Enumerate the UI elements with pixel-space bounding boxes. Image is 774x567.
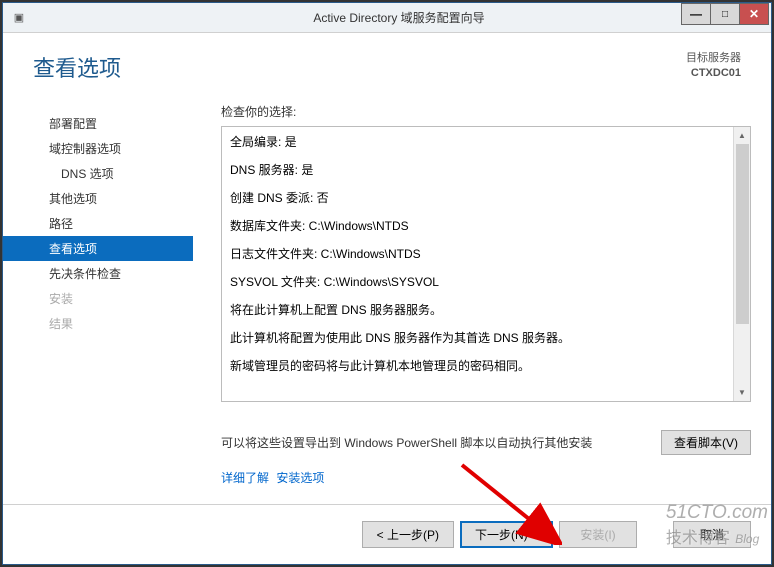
review-line-1: DNS 服务器: 是	[230, 161, 732, 179]
body: 部署配置域控制器选项DNS 选项其他选项路径查看选项先决条件检查安装结果 检查你…	[3, 91, 771, 486]
wizard-window: ▣ Active Directory 域服务配置向导 — □ ✕ 查看选项 目标…	[2, 2, 772, 565]
maximize-button[interactable]: □	[710, 3, 740, 25]
export-text: 可以将这些设置导出到 Windows PowerShell 脚本以自动执行其他安…	[221, 434, 592, 451]
sidebar-item-6[interactable]: 先决条件检查	[3, 261, 193, 286]
close-button[interactable]: ✕	[739, 3, 769, 25]
sidebar-item-0[interactable]: 部署配置	[3, 111, 193, 136]
review-box: 全局编录: 是 DNS 服务器: 是创建 DNS 委派: 否数据库文件夹: C:\…	[221, 126, 751, 402]
sidebar-item-3[interactable]: 其他选项	[3, 186, 193, 211]
view-script-button[interactable]: 查看脚本(V)	[661, 430, 751, 455]
review-line-5: SYSVOL 文件夹: C:\Windows\SYSVOL	[230, 273, 732, 291]
sidebar-item-4[interactable]: 路径	[3, 211, 193, 236]
scroll-up-button[interactable]: ▲	[734, 127, 750, 144]
review-line-3: 数据库文件夹: C:\Windows\NTDS	[230, 217, 732, 235]
minimize-button[interactable]: —	[681, 3, 711, 25]
review-line-0: 全局编录: 是	[230, 133, 732, 151]
sidebar: 部署配置域控制器选项DNS 选项其他选项路径查看选项先决条件检查安装结果	[3, 91, 193, 486]
review-line-7: 此计算机将配置为使用此 DNS 服务器作为其首选 DNS 服务器。	[230, 329, 732, 347]
sidebar-item-2[interactable]: DNS 选项	[3, 161, 193, 186]
review-line-8: 新域管理员的密码将与此计算机本地管理员的密码相同。	[230, 357, 732, 375]
window-title: Active Directory 域服务配置向导	[27, 9, 771, 26]
review-line-6: 将在此计算机上配置 DNS 服务器服务。	[230, 301, 732, 319]
window-controls: — □ ✕	[682, 3, 769, 27]
sidebar-item-5[interactable]: 查看选项	[3, 236, 193, 261]
prompt-label: 检查你的选择:	[221, 103, 751, 120]
app-icon: ▣	[11, 10, 27, 26]
sidebar-item-1[interactable]: 域控制器选项	[3, 136, 193, 161]
review-content: 全局编录: 是 DNS 服务器: 是创建 DNS 委派: 否数据库文件夹: C:\…	[222, 127, 750, 391]
scrollbar[interactable]: ▲ ▼	[733, 127, 750, 401]
install-button[interactable]: 安装(I)	[559, 521, 637, 548]
sidebar-item-8: 结果	[3, 311, 193, 336]
scroll-thumb[interactable]	[736, 144, 749, 324]
header: 查看选项 目标服务器 CTXDC01	[3, 33, 771, 91]
learn-more-link[interactable]: 详细了解	[221, 471, 269, 485]
target-label: 目标服务器	[686, 51, 741, 66]
export-row: 可以将这些设置导出到 Windows PowerShell 脚本以自动执行其他安…	[221, 430, 751, 455]
sidebar-item-7: 安装	[3, 286, 193, 311]
footer: < 上一步(P) 下一步(N) > 安装(I) 取消	[3, 504, 771, 548]
prev-button[interactable]: < 上一步(P)	[362, 521, 454, 548]
review-line-2: 创建 DNS 委派: 否	[230, 189, 732, 207]
cancel-button[interactable]: 取消	[673, 521, 751, 548]
link-row: 详细了解 安装选项	[221, 469, 751, 486]
target-server: 目标服务器 CTXDC01	[686, 51, 741, 82]
review-line-4: 日志文件文件夹: C:\Windows\NTDS	[230, 245, 732, 263]
install-options-link[interactable]: 安装选项	[276, 471, 324, 485]
next-button[interactable]: 下一步(N) >	[460, 521, 553, 548]
target-name: CTXDC01	[686, 66, 741, 81]
page-title: 查看选项	[33, 51, 121, 83]
scroll-down-button[interactable]: ▼	[734, 384, 750, 401]
titlebar: ▣ Active Directory 域服务配置向导 — □ ✕	[3, 3, 771, 33]
main-panel: 检查你的选择: 全局编录: 是 DNS 服务器: 是创建 DNS 委派: 否数据库…	[193, 91, 761, 486]
